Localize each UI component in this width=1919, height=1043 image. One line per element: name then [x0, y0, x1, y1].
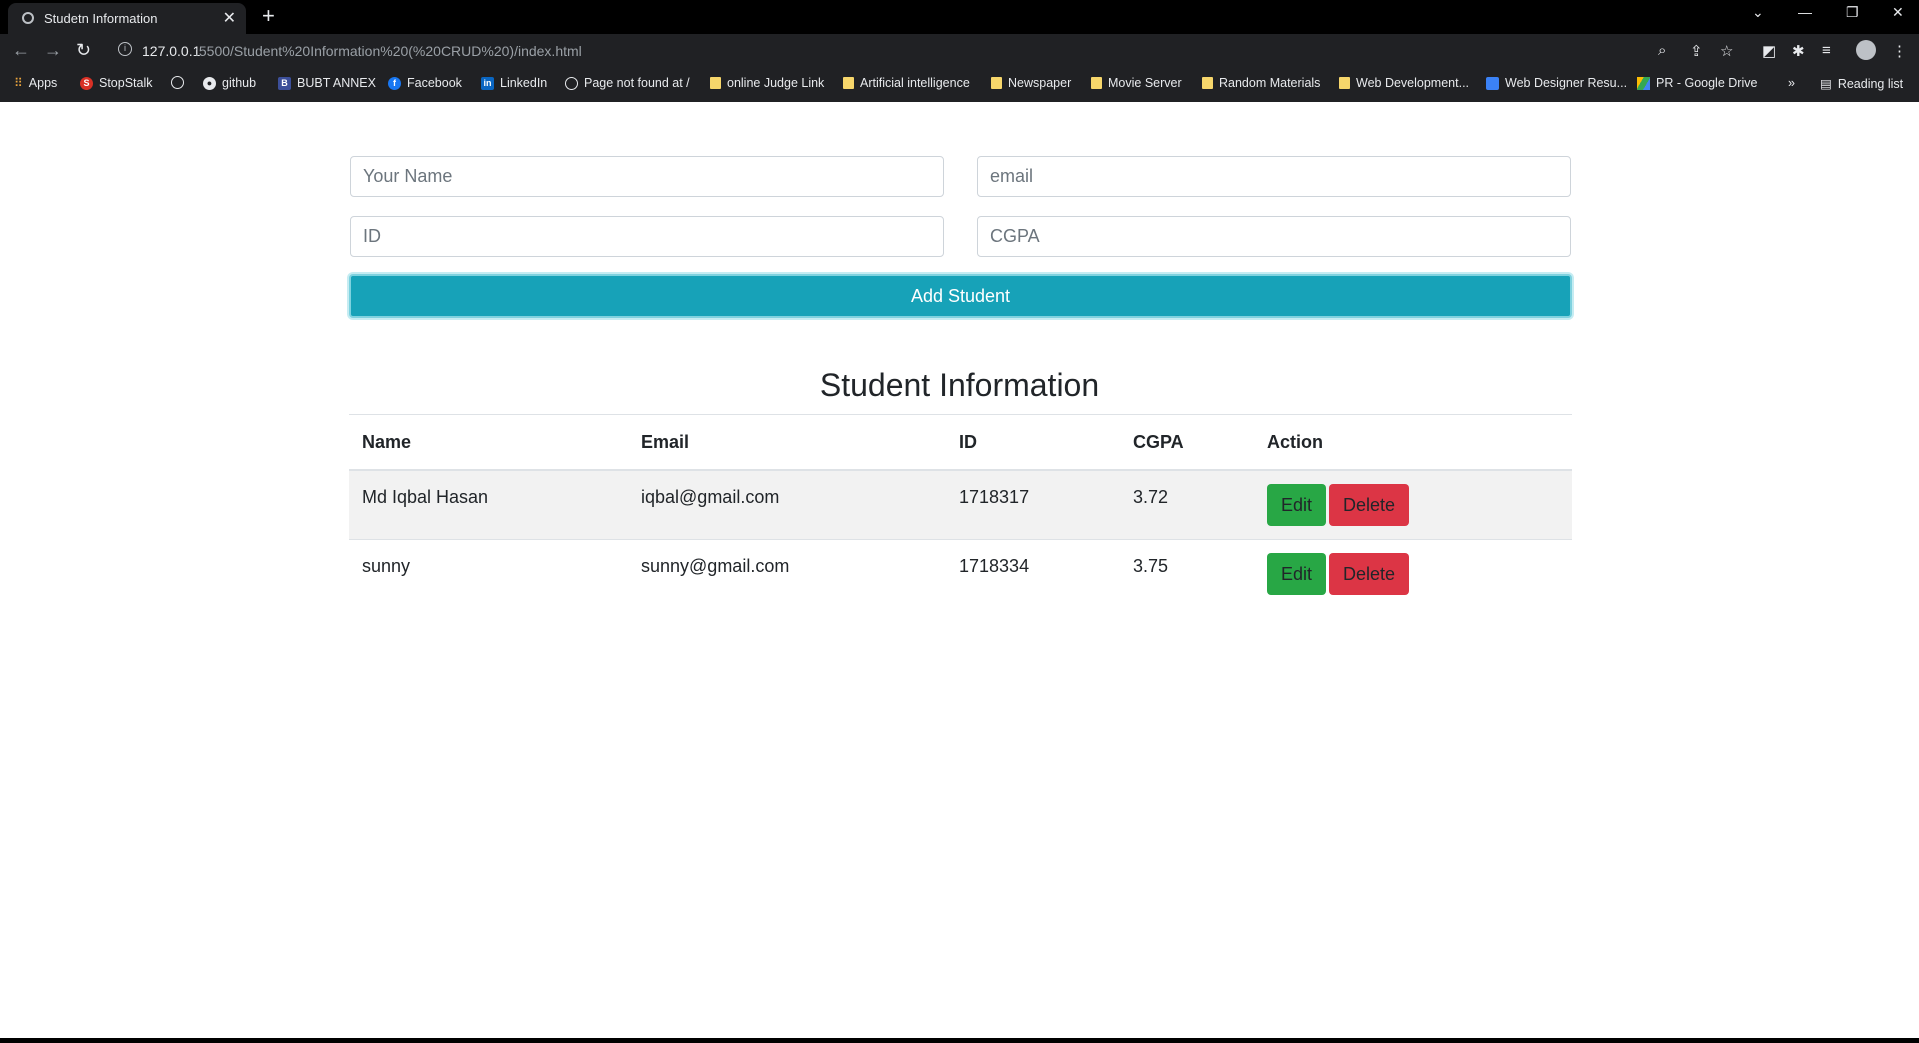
column-header-action: Action: [1254, 414, 1572, 471]
cell-id: 1718334: [946, 539, 1120, 608]
globe-icon: [565, 76, 578, 90]
bookmark-apps[interactable]: ⠿ Apps: [14, 76, 57, 90]
google-drive-icon: [1637, 76, 1650, 90]
cell-cgpa: 3.72: [1120, 469, 1254, 540]
reading-list-icon: ▤: [1820, 77, 1832, 91]
bookmark-newspaper[interactable]: Newspaper: [991, 76, 1071, 90]
folder-icon: [1339, 77, 1350, 89]
puzzle-icon[interactable]: ✱: [1792, 42, 1805, 60]
back-icon[interactable]: ←: [12, 40, 30, 61]
folder-icon: [991, 77, 1002, 89]
folder-icon: [843, 77, 854, 89]
close-window-icon[interactable]: ✕: [1892, 4, 1904, 21]
menu-icon[interactable]: ⋮: [1892, 42, 1907, 60]
cell-cgpa: 3.75: [1120, 539, 1254, 608]
site-info-icon[interactable]: i: [118, 42, 132, 56]
profile-avatar[interactable]: [1856, 40, 1876, 60]
globe-icon: [22, 12, 34, 24]
column-header-name: Name: [349, 414, 628, 471]
tab-title: Studetn Information: [44, 11, 158, 26]
url-path: :5500/Student%20Information%20(%20CRUD%2…: [195, 43, 582, 59]
tab-search-icon[interactable]: ⌄: [1752, 4, 1764, 21]
delete-button[interactable]: Delete: [1329, 553, 1410, 595]
stopstalk-icon: S: [80, 76, 93, 90]
folder-icon: [710, 77, 721, 89]
cell-name: sunny: [349, 539, 628, 608]
table-header-row: Name Email ID CGPA Action: [349, 414, 1572, 471]
folder-icon: [1202, 77, 1213, 89]
bookmark-github[interactable]: ● github: [203, 76, 256, 90]
cell-id: 1718317: [946, 469, 1120, 540]
cell-email: sunny@gmail.com: [628, 539, 946, 608]
column-header-id: ID: [946, 414, 1120, 471]
column-header-cgpa: CGPA: [1120, 414, 1254, 471]
bookmarks-bar: ⠿ Apps S StopStalk ● github B BUBT ANNEX…: [0, 68, 1919, 102]
table-row: sunny sunny@gmail.com 1718334 3.75 Edit D…: [349, 539, 1572, 608]
media-control-icon[interactable]: ≡: [1822, 42, 1831, 59]
bookmark-web-development[interactable]: Web Development...: [1339, 76, 1469, 90]
tab-strip: Studetn Information ✕ + ⌄ — ❐ ✕: [0, 0, 1919, 34]
new-tab-icon[interactable]: +: [262, 3, 275, 29]
bookmark-bubt-annex[interactable]: B BUBT ANNEX: [278, 76, 376, 90]
student-table: Name Email ID CGPA Action Md Iqbal Hasan…: [349, 414, 1572, 608]
bookmark-linkedin[interactable]: in LinkedIn: [481, 76, 547, 90]
apps-grid-icon: ⠿: [14, 76, 23, 90]
cgpa-input[interactable]: [977, 216, 1571, 257]
cell-action: Edit Delete: [1254, 539, 1572, 608]
zoom-icon[interactable]: ⌕: [1658, 42, 1666, 59]
table-row: Md Iqbal Hasan iqbal@gmail.com 1718317 3…: [349, 469, 1572, 540]
taskbar-edge: [0, 1038, 1919, 1043]
minimize-icon[interactable]: —: [1798, 4, 1812, 20]
bookmark-stopstalk[interactable]: S StopStalk: [80, 76, 153, 90]
web-designer-icon: [1486, 76, 1499, 90]
extension-icon[interactable]: ◩: [1762, 42, 1776, 60]
id-input[interactable]: [350, 216, 944, 257]
bookmark-facebook[interactable]: f Facebook: [388, 76, 462, 90]
bookmark-web-designer[interactable]: Web Designer Resu...: [1486, 76, 1627, 90]
bookmark-globe[interactable]: [171, 76, 184, 89]
close-tab-icon[interactable]: ✕: [223, 8, 236, 28]
email-input[interactable]: [977, 156, 1571, 197]
restore-icon[interactable]: ❐: [1846, 4, 1859, 21]
github-icon: ●: [203, 76, 216, 90]
bookmark-artificial-intelligence[interactable]: Artificial intelligence: [843, 76, 970, 90]
bookmark-online-judge[interactable]: online Judge Link: [710, 76, 824, 90]
address-bar[interactable]: i 127.0.0.1 :5500/Student%20Information%…: [110, 38, 1710, 64]
linkedin-icon: in: [481, 76, 494, 90]
cell-action: Edit Delete: [1254, 469, 1572, 540]
page-content: Add Student Student Information Name Ema…: [0, 102, 1919, 1038]
delete-button[interactable]: Delete: [1329, 484, 1410, 526]
url-host: 127.0.0.1: [142, 43, 201, 59]
add-student-button[interactable]: Add Student: [349, 274, 1572, 318]
edit-button[interactable]: Edit: [1267, 484, 1327, 526]
column-header-email: Email: [628, 414, 946, 471]
bookmark-random-materials[interactable]: Random Materials: [1202, 76, 1320, 90]
reading-list[interactable]: ▤ Reading list: [1820, 76, 1903, 92]
more-bookmarks-icon[interactable]: »: [1788, 76, 1795, 90]
cell-name: Md Iqbal Hasan: [349, 469, 628, 540]
share-icon[interactable]: ⇪: [1690, 42, 1703, 60]
forward-icon[interactable]: →: [44, 40, 62, 61]
page-title: Student Information: [819, 367, 1100, 403]
bubt-icon: B: [278, 76, 291, 90]
edit-button[interactable]: Edit: [1267, 553, 1327, 595]
globe-icon: [171, 76, 184, 89]
browser-tab[interactable]: Studetn Information ✕: [8, 3, 246, 34]
browser-toolbar: ← → ↻ i 127.0.0.1 :5500/Student%20Inform…: [0, 34, 1919, 68]
bookmark-movie-server[interactable]: Movie Server: [1091, 76, 1182, 90]
facebook-icon: f: [388, 76, 401, 90]
name-input[interactable]: [350, 156, 944, 197]
reload-icon[interactable]: ↻: [76, 40, 91, 61]
bookmark-google-drive[interactable]: PR - Google Drive: [1637, 76, 1757, 90]
cell-email: iqbal@gmail.com: [628, 469, 946, 540]
folder-icon: [1091, 77, 1102, 89]
bookmark-page-not-found[interactable]: Page not found at /: [565, 76, 690, 90]
bookmark-star-icon[interactable]: ☆: [1720, 42, 1733, 60]
